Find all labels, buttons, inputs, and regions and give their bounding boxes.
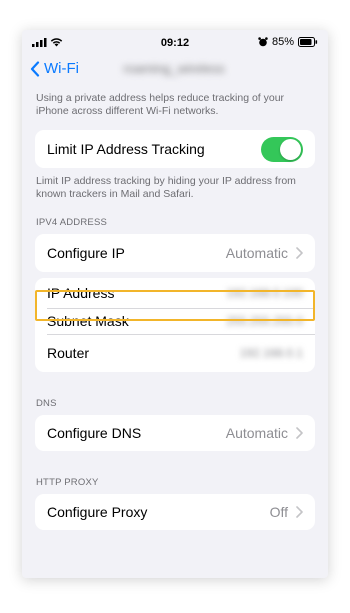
back-label: Wi-Fi: [44, 60, 79, 77]
private-address-note: Using a private address helps reduce tra…: [36, 92, 285, 117]
limit-tracking-note: Limit IP address tracking by hiding your…: [36, 175, 296, 200]
network-name: roaming_wireless: [123, 61, 225, 76]
limit-tracking-label: Limit IP Address Tracking: [47, 141, 205, 157]
limit-tracking-toggle[interactable]: [261, 136, 303, 162]
status-right: 85%: [258, 36, 318, 48]
subnet-mask-label: Subnet Mask: [47, 313, 129, 329]
chevron-right-icon: [296, 506, 303, 518]
phone-screen: 09:12 85% Wi-Fi roaming_wireless Using a…: [22, 30, 328, 578]
toggle-knob: [280, 138, 301, 160]
dns-group: Configure DNS Automatic: [35, 415, 315, 451]
limit-tracking-group: Limit IP Address Tracking: [35, 130, 315, 168]
configure-dns-label: Configure DNS: [47, 425, 142, 441]
battery-percent: 85%: [271, 36, 294, 48]
dns-header: DNS: [36, 398, 57, 409]
ipv4-group: Configure IP Automatic: [35, 234, 315, 272]
ipv4-header: IPV4 ADDRESS: [36, 217, 108, 228]
ip-address-value: 192.168.0.100: [226, 286, 303, 300]
chevron-left-icon: [30, 60, 40, 77]
configure-proxy-label: Configure Proxy: [47, 504, 148, 520]
configure-proxy-value: Off: [269, 504, 288, 520]
ip-details-group: IP Address 192.168.0.100 Subnet Mask 255…: [35, 278, 315, 372]
ip-address-row: IP Address 192.168.0.100: [35, 278, 315, 308]
subnet-mask-row: Subnet Mask 255.255.255.0: [35, 308, 315, 334]
configure-dns-value: Automatic: [225, 425, 288, 441]
router-label: Router: [47, 345, 90, 361]
configure-dns-row[interactable]: Configure DNS Automatic: [35, 415, 315, 451]
router-value: 192.168.0.1: [239, 346, 303, 360]
status-bar: 09:12 85%: [22, 30, 328, 54]
navigation-bar: Wi-Fi roaming_wireless: [22, 54, 328, 94]
router-row: Router 192.168.0.1: [35, 334, 315, 372]
battery-icon: [298, 37, 318, 47]
configure-ip-label: Configure IP: [47, 245, 125, 261]
alarm-icon: [258, 37, 268, 47]
http-proxy-header: HTTP PROXY: [36, 477, 99, 488]
configure-ip-row[interactable]: Configure IP Automatic: [35, 234, 315, 272]
proxy-group: Configure Proxy Off: [35, 494, 315, 530]
back-button[interactable]: Wi-Fi: [30, 60, 79, 77]
subnet-mask-value: 255.255.255.0: [226, 314, 303, 328]
limit-tracking-row: Limit IP Address Tracking: [35, 130, 315, 168]
configure-ip-value: Automatic: [225, 245, 288, 261]
chevron-right-icon: [296, 427, 303, 439]
configure-proxy-row[interactable]: Configure Proxy Off: [35, 494, 315, 530]
chevron-right-icon: [296, 247, 303, 259]
ip-address-label: IP Address: [47, 285, 115, 301]
